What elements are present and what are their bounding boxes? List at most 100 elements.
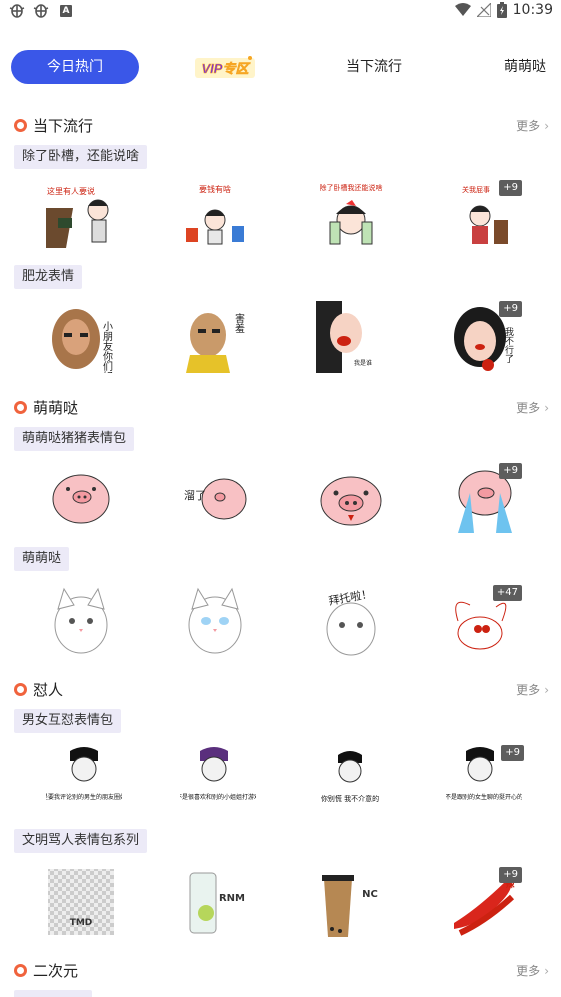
tab-trending[interactable]: 当下流行 — [340, 50, 408, 84]
svg-text:害羞: 害羞 — [233, 312, 245, 333]
tag-pig[interactable]: 萌萌哒猪猪表情包 — [14, 427, 135, 451]
more-count-badge: +9 — [499, 867, 522, 883]
sticker-row: 这里有人要说 要钱有啥 除了卧槽我还能说啥 关我屁事 +9 — [0, 180, 561, 256]
section-header: 二次元 更多 › — [14, 960, 549, 982]
more-button[interactable]: 更多 › — [516, 115, 549, 137]
notification-a-icon: A — [60, 5, 72, 17]
more-label: 更多 — [516, 119, 541, 133]
sticker-item[interactable]: 关我屁事 +9 — [450, 180, 522, 252]
tag-cute[interactable]: 萌萌哒 — [14, 547, 70, 571]
sticker-row: 小朋友你们好 害羞 我是谁 我不行了 +9 — [0, 301, 561, 382]
chevron-right-icon: › — [544, 683, 549, 697]
chevron-right-icon: › — [544, 119, 549, 133]
svg-text:你不是很喜欢和别的小姐姐打游戏嘛: 你不是很喜欢和别的小姐姐打游戏嘛 — [180, 793, 256, 801]
sticker-item[interactable]: 小朋友你们好 — [46, 301, 116, 382]
tab-vip-zone[interactable]: VIP专区 — [192, 50, 258, 84]
debug-bug-icon — [32, 2, 50, 20]
tab-today-hot[interactable]: 今日热门 — [11, 50, 139, 84]
more-button[interactable]: 更多 › — [516, 960, 549, 982]
top-tab-bar: 今日热门 VIP专区 当下流行 萌萌哒 — [0, 50, 561, 86]
status-left: A — [8, 2, 72, 20]
sticker-row: 你不是要我评论别的男生的朋友圈好棒吗 你不是很喜欢和别的小姐姐打游戏嘛 你别慌 … — [0, 745, 561, 821]
svg-text:我不行了: 我不行了 — [503, 327, 514, 363]
svg-text:NC: NC — [362, 889, 378, 900]
section-title: 二次元 — [33, 962, 79, 980]
svg-text:TMD: TMD — [70, 918, 93, 928]
no-signal-icon — [476, 3, 491, 17]
svg-text:除了卧槽我还能说啥: 除了卧槽我还能说啥 — [320, 183, 383, 192]
sticker-item[interactable]: NC — [316, 867, 386, 939]
more-count-badge: +9 — [499, 463, 522, 479]
sticker-item[interactable]: +47 — [450, 585, 522, 657]
more-label: 更多 — [516, 964, 541, 978]
svg-text:你不是要我评论别的男生的朋友圈好棒吗: 你不是要我评论别的男生的朋友圈好棒吗 — [46, 793, 122, 801]
wifi-icon — [454, 3, 471, 16]
more-label: 更多 — [516, 401, 541, 415]
sticker-item[interactable] — [46, 463, 116, 535]
status-time: 10:39 — [512, 2, 553, 18]
sticker-item[interactable]: 除了卧槽我还能说啥 — [316, 180, 386, 252]
debug-bug-icon — [8, 2, 26, 20]
sticker-item[interactable]: 我是谁 — [316, 301, 386, 373]
svg-text:小朋友你们好: 小朋友你们好 — [101, 321, 113, 373]
status-bar: A 10:39 — [0, 0, 561, 24]
more-count-badge: +47 — [492, 585, 522, 601]
chevron-right-icon: › — [544, 964, 549, 978]
svg-text:溜了: 溜了 — [184, 488, 206, 502]
svg-text:要钱有啥: 要钱有啥 — [199, 184, 231, 194]
sticker-item[interactable]: 你不是很喜欢和别的小姐姐打游戏嘛 — [170, 745, 266, 817]
sticker-item[interactable]: 你不是要我评论别的男生的朋友圈好棒吗 — [30, 745, 138, 817]
sticker-item[interactable] — [180, 585, 250, 657]
vip-zone-logo: VIP专区 — [195, 56, 255, 78]
svg-text:你别慌 我不介意的: 你别慌 我不介意的 — [321, 794, 379, 803]
svg-text:RNM: RNM — [219, 893, 245, 904]
section-title: 怼人 — [33, 681, 64, 699]
more-count-badge: +9 — [501, 745, 524, 761]
svg-text:VIP专区: VIP专区 — [202, 61, 251, 76]
svg-text:我是谁: 我是谁 — [354, 359, 372, 367]
sticker-item[interactable]: 害羞 — [180, 301, 250, 373]
sticker-item[interactable]: 溜了 — [180, 463, 250, 535]
more-button[interactable]: 更多 › — [516, 679, 549, 701]
sticker-item[interactable] — [316, 463, 386, 535]
sticker-item[interactable] — [46, 585, 116, 657]
tag-partial[interactable] — [14, 990, 92, 997]
sticker-item[interactable]: 我不行了 +9 — [450, 301, 522, 373]
chevron-right-icon: › — [544, 401, 549, 415]
sticker-item[interactable]: 拜托啦！ — [316, 585, 386, 657]
sticker-item[interactable]: RNM — [180, 867, 250, 939]
more-button[interactable]: 更多 › — [516, 397, 549, 419]
tag-feilong[interactable]: 肥龙表情 — [14, 265, 83, 289]
battery-icon — [496, 2, 507, 18]
section-dot-icon — [14, 683, 27, 696]
sticker-item[interactable]: 要钱有啥 — [180, 180, 250, 252]
svg-text:这里有人要说: 这里有人要说 — [47, 186, 95, 196]
section-header: 怼人 更多 › — [14, 679, 549, 701]
more-count-badge: +9 — [499, 301, 522, 317]
tag-polite-insult[interactable]: 文明骂人表情包系列 — [14, 829, 148, 853]
section-dot-icon — [14, 401, 27, 414]
sticker-row: 拜托啦！ +47 — [0, 585, 561, 661]
more-count-badge: +9 — [499, 180, 522, 196]
sticker-row: 溜了 +9 — [0, 463, 561, 539]
status-right: 10:39 — [454, 2, 553, 18]
sticker-item[interactable]: 这里有人要说 — [36, 180, 116, 252]
tag-couple-diss[interactable]: 男女互怼表情包 — [14, 709, 122, 733]
tag-wocao[interactable]: 除了卧槽，还能说啥 — [14, 145, 148, 169]
sticker-item[interactable]: 辣 +9 — [450, 867, 522, 939]
section-title: 萌萌哒 — [33, 399, 79, 417]
more-label: 更多 — [516, 683, 541, 697]
sticker-item[interactable]: 你不是跟别的女生聊的挺开心的嘛 +9 — [439, 745, 529, 817]
section-title: 当下流行 — [33, 117, 94, 135]
section-dot-icon — [14, 119, 27, 132]
sticker-row: TMD RNM NC 辣 +9 — [0, 867, 561, 943]
svg-text:你不是跟别的女生聊的挺开心的嘛: 你不是跟别的女生聊的挺开心的嘛 — [446, 793, 522, 801]
section-header: 当下流行 更多 › — [14, 115, 549, 137]
section-header: 萌萌哒 更多 › — [14, 397, 549, 419]
svg-text:关我屁事: 关我屁事 — [462, 185, 490, 194]
tab-cute[interactable]: 萌萌哒 — [500, 50, 550, 84]
sticker-item[interactable]: TMD — [46, 867, 116, 939]
sticker-item[interactable]: 你别慌 我不介意的 — [312, 745, 388, 817]
sticker-item[interactable]: +9 — [450, 463, 522, 535]
section-dot-icon — [14, 964, 27, 977]
